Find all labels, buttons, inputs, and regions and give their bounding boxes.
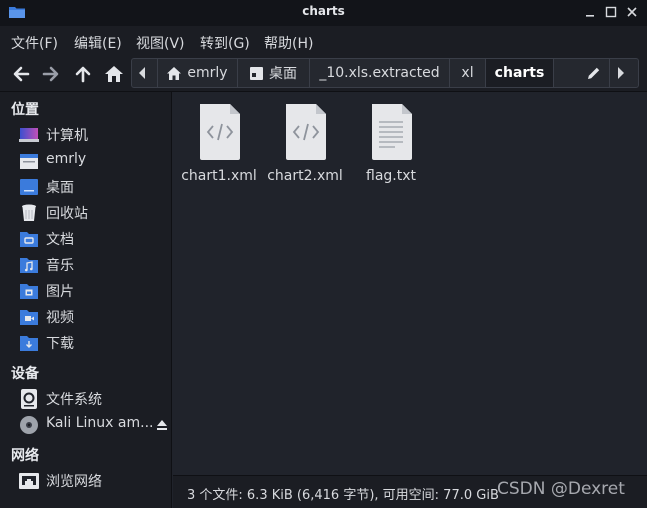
file-item-chart2[interactable]: chart2.xml <box>262 104 348 194</box>
breadcrumb-desktop[interactable]: 桌面 <box>238 59 310 87</box>
sidebar-item-home[interactable]: emrly <box>0 148 172 174</box>
breadcrumb-label: _10.xls.extracted <box>319 65 440 81</box>
sidebar-item-label: Kali Linux am... <box>46 415 154 431</box>
places-heading: 位置 <box>11 102 39 118</box>
music-folder-icon <box>20 258 38 273</box>
watermark-text: CSDN @Dexret <box>497 479 625 499</box>
text-file-icon <box>372 104 412 160</box>
breadcrumb-label: charts <box>494 65 545 81</box>
sidebar-item-label: 下载 <box>46 336 74 352</box>
sidebar-item-label: 图片 <box>46 284 74 300</box>
path-scroll-right-button[interactable] <box>610 59 638 87</box>
xml-file-icon <box>200 104 240 160</box>
breadcrumb-charts[interactable]: charts <box>486 59 554 87</box>
file-item-chart1[interactable]: chart1.xml <box>176 104 262 194</box>
status-text: 3 个文件: 6.3 KiB (6,416 字节), 可用空间: 77.0 Gi… <box>187 488 499 503</box>
breadcrumb-home[interactable]: emrly <box>158 59 238 87</box>
eject-icon[interactable] <box>156 419 168 431</box>
path-bar: emrly 桌面 _10.xls.extracted xl charts <box>131 58 639 88</box>
network-icon <box>19 473 39 489</box>
path-scroll-left-button[interactable] <box>132 59 158 87</box>
sidebar-item-label: 音乐 <box>46 258 74 274</box>
pencil-icon <box>587 67 599 79</box>
close-icon[interactable] <box>624 4 640 20</box>
file-name: chart1.xml <box>181 168 257 184</box>
home-icon <box>167 66 182 80</box>
arrow-up-icon <box>75 66 91 83</box>
downloads-folder-icon <box>20 336 38 351</box>
sidebar-item-music[interactable]: 音乐 <box>0 252 172 278</box>
menu-file[interactable]: 文件(F) <box>11 33 58 53</box>
file-manager-window: charts 文件(F) 编辑(E) 视图(V) 转到(G) 帮助(H) emr… <box>0 0 647 508</box>
breadcrumb-label: xl <box>461 65 474 81</box>
file-view[interactable]: chart1.xml chart2.xml flag.txt <box>173 92 647 475</box>
documents-folder-icon <box>20 232 38 247</box>
file-name: chart2.xml <box>267 168 343 184</box>
chevron-left-icon <box>138 67 145 79</box>
breadcrumb-label: emrly <box>187 65 228 81</box>
back-button[interactable] <box>9 62 33 86</box>
network-heading: 网络 <box>11 448 39 464</box>
disc-icon <box>20 416 38 434</box>
sidebar-item-label: 文档 <box>46 232 74 248</box>
sidebar-item-browse-network[interactable]: 浏览网络 <box>0 468 172 494</box>
forward-button[interactable] <box>39 62 63 86</box>
window-title: charts <box>302 4 345 18</box>
sidebar-item-label: emrly <box>46 151 87 167</box>
menu-help[interactable]: 帮助(H) <box>264 33 313 53</box>
sidebar-item-kali-disc[interactable]: Kali Linux am... <box>0 412 172 438</box>
devices-heading: 设备 <box>11 366 39 382</box>
breadcrumb-edit-location[interactable] <box>554 59 610 87</box>
maximize-icon[interactable] <box>603 4 619 20</box>
arrow-right-icon <box>42 66 59 82</box>
sidebar-item-label: 计算机 <box>46 128 88 144</box>
sidebar-item-pictures[interactable]: 图片 <box>0 278 172 304</box>
sidebar-item-label: 文件系统 <box>46 392 102 408</box>
breadcrumb-label: 桌面 <box>269 66 297 82</box>
trash-icon <box>22 204 36 221</box>
sidebar-item-desktop[interactable]: 桌面 <box>0 174 172 200</box>
menu-go[interactable]: 转到(G) <box>200 33 250 53</box>
home-folder-icon <box>20 154 38 169</box>
sidebar-item-label: 桌面 <box>46 180 74 196</box>
up-button[interactable] <box>71 62 95 86</box>
drive-icon <box>21 389 37 409</box>
sidebar: 位置 计算机 emrly 桌面 回收站 文档 音乐 图片 视频 下载 设备 文件… <box>0 92 172 508</box>
computer-icon <box>19 128 39 142</box>
desktop-icon <box>250 66 263 80</box>
arrow-left-icon <box>13 66 30 82</box>
file-name: flag.txt <box>366 168 416 184</box>
desktop-folder-icon <box>20 179 38 195</box>
sidebar-item-documents[interactable]: 文档 <box>0 226 172 252</box>
minimize-icon[interactable] <box>582 4 598 20</box>
breadcrumb-extracted[interactable]: _10.xls.extracted <box>310 59 450 87</box>
breadcrumb-xl[interactable]: xl <box>450 59 486 87</box>
sidebar-item-downloads[interactable]: 下载 <box>0 330 172 356</box>
menu-edit[interactable]: 编辑(E) <box>74 33 122 53</box>
file-item-flag[interactable]: flag.txt <box>348 104 434 194</box>
sidebar-item-label: 视频 <box>46 310 74 326</box>
sidebar-item-videos[interactable]: 视频 <box>0 304 172 330</box>
sidebar-item-trash[interactable]: 回收站 <box>0 200 172 226</box>
pictures-folder-icon <box>20 284 38 299</box>
home-icon <box>105 66 123 82</box>
sidebar-item-computer[interactable]: 计算机 <box>0 122 172 148</box>
sidebar-item-filesystem[interactable]: 文件系统 <box>0 386 172 412</box>
home-button[interactable] <box>102 62 126 86</box>
sidebar-item-label: 浏览网络 <box>46 474 102 490</box>
chevron-right-icon <box>618 67 624 79</box>
menu-view[interactable]: 视图(V) <box>136 33 185 53</box>
menu-bar: 文件(F) 编辑(E) 视图(V) 转到(G) 帮助(H) <box>0 26 647 56</box>
sidebar-item-label: 回收站 <box>46 206 88 222</box>
videos-folder-icon <box>20 310 38 325</box>
title-bar[interactable]: charts <box>0 0 647 26</box>
xml-file-icon <box>286 104 326 160</box>
